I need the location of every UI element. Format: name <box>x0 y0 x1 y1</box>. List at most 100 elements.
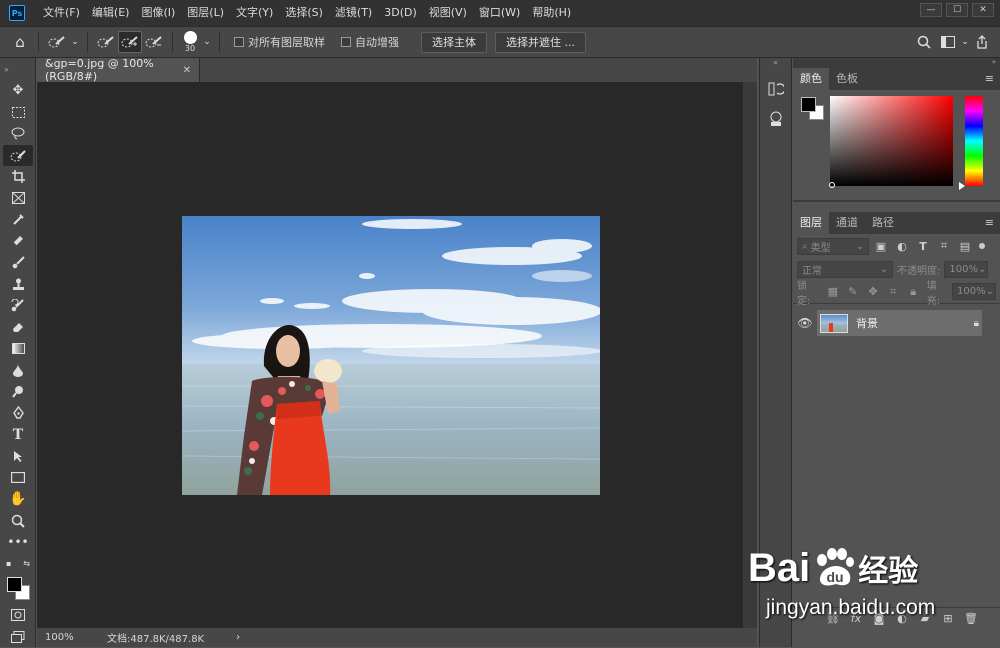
panel-tab[interactable]: 通道 <box>829 212 865 234</box>
clone-stamp-tool-icon[interactable] <box>0 274 36 296</box>
menu-item[interactable]: 3D(D) <box>378 0 423 26</box>
collapse-icon[interactable]: » <box>0 58 35 80</box>
auto-enhance-checkbox[interactable]: 自动增强 <box>341 34 399 50</box>
menu-item[interactable]: 图层(L) <box>181 0 230 26</box>
document-tab[interactable]: &gp=0.jpg @ 100%(RGB/8#) ✕ <box>37 57 200 83</box>
lock-image-pixels-icon[interactable]: ✎ <box>844 283 861 301</box>
menu-item[interactable]: 文字(Y) <box>230 0 279 26</box>
maximize-button[interactable]: ☐ <box>946 3 968 17</box>
close-tab-icon[interactable]: ✕ <box>183 65 191 76</box>
type-layer-filter-icon[interactable]: T <box>914 237 932 255</box>
auto-enhance-label: 自动增强 <box>355 36 399 49</box>
screen-mode-icon[interactable] <box>0 626 36 648</box>
collapse-icon[interactable]: « <box>760 58 791 70</box>
menu-item[interactable]: 图像(I) <box>135 0 181 26</box>
quick-selection-preset-icon[interactable] <box>45 31 69 53</box>
hue-slider[interactable] <box>965 96 983 186</box>
gradient-tool-icon[interactable] <box>0 338 36 360</box>
move-tool-icon[interactable]: ✥ <box>0 80 36 102</box>
new-selection-icon[interactable] <box>94 31 118 53</box>
select-and-mask-button[interactable]: 选择并遮住 ... <box>495 31 586 53</box>
menu-item[interactable]: 滤镜(T) <box>329 0 378 26</box>
hue-slider-handle[interactable] <box>959 182 965 190</box>
pixel-layer-filter-icon[interactable]: ▣ <box>872 237 890 255</box>
panel-tab[interactable]: 色板 <box>829 68 865 90</box>
marquee-tool-icon[interactable] <box>0 102 36 124</box>
blend-mode-select[interactable]: 正常 ⌄ <box>797 260 893 278</box>
eyedropper-tool-icon[interactable] <box>0 209 36 231</box>
blur-tool-icon[interactable] <box>0 360 36 382</box>
saturation-brightness-field[interactable] <box>830 96 953 186</box>
share-icon[interactable] <box>970 31 994 53</box>
lock-position-icon[interactable]: ✥ <box>864 283 881 301</box>
minimize-button[interactable]: — <box>920 3 942 17</box>
type-tool-icon[interactable]: T <box>0 424 36 446</box>
shape-layer-filter-icon[interactable]: ⌗ <box>935 237 953 255</box>
healing-brush-tool-icon[interactable] <box>0 231 36 253</box>
pen-tool-icon[interactable] <box>0 403 36 425</box>
chevron-down-icon[interactable]: ⌄ <box>69 31 81 53</box>
properties-panel-icon[interactable] <box>760 104 792 134</box>
tools-panel: » ✥ T ✋ ••• ▪ ⇆ <box>0 58 36 647</box>
eye-icon[interactable]: 👁︎ <box>793 316 817 330</box>
lasso-tool-icon[interactable] <box>0 123 36 145</box>
crop-tool-icon[interactable] <box>0 166 36 188</box>
more-tools-icon[interactable]: ••• <box>0 532 36 554</box>
panel-menu-icon[interactable]: ≡ <box>985 72 994 85</box>
history-panel-icon[interactable] <box>760 74 792 104</box>
swap-colors-icon[interactable]: ▪ ⇆ <box>0 553 36 575</box>
quick-selection-tool-icon[interactable] <box>3 144 33 166</box>
add-to-selection-icon[interactable] <box>118 31 142 53</box>
chevron-right-icon[interactable]: › <box>236 632 240 643</box>
chevron-down-icon[interactable]: ⌄ <box>201 31 213 53</box>
menu-item[interactable]: 文件(F) <box>37 0 86 26</box>
zoom-tool-icon[interactable] <box>0 510 36 532</box>
adjustment-layer-filter-icon[interactable]: ◐ <box>893 237 911 255</box>
chevron-down-icon[interactable]: ⌄ <box>960 31 970 53</box>
lock-artboard-icon[interactable]: ⌗ <box>885 283 902 301</box>
lock-transparent-pixels-icon[interactable]: ▦ <box>824 283 841 301</box>
path-selection-tool-icon[interactable] <box>0 446 36 468</box>
collapse-icon[interactable]: » <box>793 58 1000 68</box>
layer-row[interactable]: 👁︎ 背景 🔒︎ <box>793 308 1000 338</box>
menu-item[interactable]: 帮助(H) <box>526 0 577 26</box>
menu-item[interactable]: 视图(V) <box>423 0 473 26</box>
foreground-color-swatch[interactable] <box>801 97 816 112</box>
panel-menu-icon[interactable]: ≡ <box>985 216 994 229</box>
quick-mask-icon[interactable] <box>0 605 36 627</box>
rectangle-tool-icon[interactable] <box>0 467 36 489</box>
layer-filter-select[interactable]: ⌕ 类型 ⌄ <box>797 237 869 255</box>
home-icon[interactable]: ⌂ <box>8 31 32 53</box>
brush-size-picker[interactable]: 30 <box>179 31 201 53</box>
foreground-color-swatch[interactable] <box>7 576 22 592</box>
panel-tab[interactable]: 路径 <box>865 212 901 234</box>
zoom-level[interactable]: 100% <box>37 632 77 643</box>
menu-item[interactable]: 窗口(W) <box>473 0 526 26</box>
dodge-tool-icon[interactable] <box>0 381 36 403</box>
color-swatches[interactable] <box>0 575 36 605</box>
color-panel <box>793 90 1000 202</box>
panel-tab[interactable]: 颜色 <box>793 68 829 90</box>
history-brush-tool-icon[interactable] <box>0 295 36 317</box>
hand-tool-icon[interactable]: ✋ <box>0 489 36 511</box>
select-subject-button[interactable]: 选择主体 <box>421 31 487 53</box>
sample-all-layers-checkbox[interactable]: 对所有图层取样 <box>234 34 325 50</box>
opacity-input[interactable]: 100% ⌄ <box>944 260 989 278</box>
brush-tool-icon[interactable] <box>0 252 36 274</box>
subtract-from-selection-icon[interactable] <box>142 31 166 53</box>
lock-all-icon[interactable]: 🔒︎ <box>905 283 922 301</box>
workspace-icon[interactable] <box>936 31 960 53</box>
frame-tool-icon[interactable] <box>0 188 36 210</box>
document-image[interactable] <box>182 216 600 495</box>
watermark-brand-suffix: 经验 <box>858 554 919 589</box>
filter-toggle-icon[interactable] <box>979 243 985 249</box>
status-bar: 100% 文档:487.8K/487.8K › <box>37 628 757 647</box>
fill-input[interactable]: 100% ⌄ <box>951 283 996 300</box>
smart-object-filter-icon[interactable]: ▤ <box>956 237 974 255</box>
menu-item[interactable]: 选择(S) <box>279 0 329 26</box>
panel-tab[interactable]: 图层 <box>793 212 829 234</box>
eraser-tool-icon[interactable] <box>0 317 36 339</box>
menu-item[interactable]: 编辑(E) <box>86 0 136 26</box>
close-button[interactable]: ✕ <box>972 3 994 17</box>
search-icon[interactable] <box>912 31 936 53</box>
